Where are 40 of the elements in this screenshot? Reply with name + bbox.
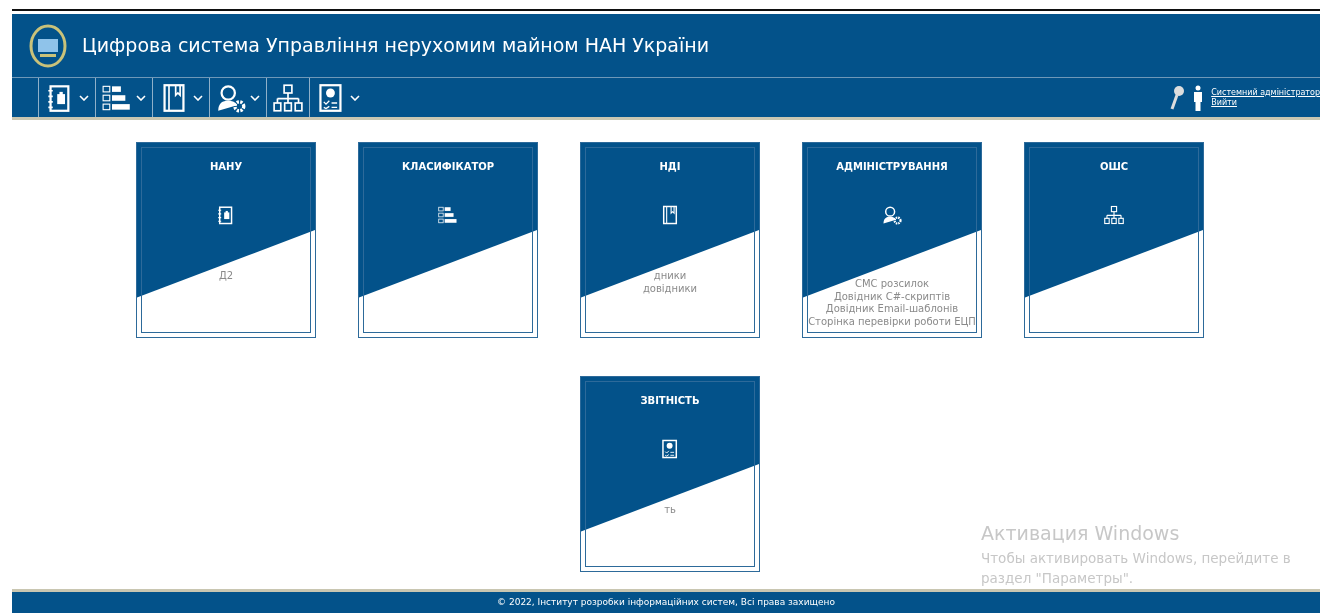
activation-text: Чтобы активировать Windows, перейдите в раздел "Параметры". [981, 548, 1292, 588]
report-icon [660, 438, 680, 459]
list-icon [438, 204, 458, 225]
tile-link[interactable]: Довідник C#-скриптів [833, 290, 951, 304]
caret-icon [79, 94, 89, 101]
tile-link[interactable]: Сторінка перевірки роботи ЕЦП [808, 315, 976, 329]
caret-icon [193, 94, 203, 101]
tile-title: КЛАСИФІКАТОР [401, 160, 495, 174]
module-tile[interactable]: НДІ дники довідники [580, 142, 760, 338]
caret-icon [250, 94, 260, 101]
tile-link[interactable]: СМС розсилок [854, 278, 930, 291]
user-gear-icon [216, 82, 246, 113]
hierarchy-icon [273, 82, 303, 113]
module-tile[interactable]: ЗВІТНІСТЬ ть [580, 376, 760, 572]
person-icon [1193, 84, 1204, 111]
caret-icon [350, 94, 360, 101]
tile-title: ОШС [1099, 160, 1129, 174]
tile-link[interactable]: довідники [642, 282, 698, 296]
tile-title: НДІ [659, 160, 681, 174]
emblem-logo [28, 23, 68, 68]
tile-link[interactable]: Довідник Email-шаблонів [825, 303, 959, 316]
key-icon [1169, 84, 1186, 111]
module-tile[interactable]: НАНУ Д2 [136, 142, 316, 338]
logout-link[interactable]: Вийти [1211, 97, 1320, 108]
module-tile[interactable]: АДМІНІСТРУВАННЯ СМС розсилок Довідник C#-скриптів Довідник Email-шаблонів Сторінка перевірки роботи ЕЦП [802, 142, 982, 338]
book-icon [660, 204, 680, 225]
activation-title: Активация Windows [981, 521, 1181, 546]
tile-title: АДМІНІСТРУВАННЯ [836, 160, 948, 174]
tile-title: ЗВІТНІСТЬ [640, 394, 700, 408]
caret-icon [136, 94, 146, 101]
tile-link[interactable]: ть [664, 504, 676, 517]
user-gear-icon [882, 204, 902, 225]
tile-link[interactable]: дники [653, 270, 687, 283]
user-link[interactable]: Системний адміністратор [1211, 87, 1320, 98]
module-tile[interactable]: ОШС [1024, 142, 1204, 338]
hierarchy-icon [1104, 204, 1124, 225]
module-tile[interactable]: КЛАСИФІКАТОР [358, 142, 538, 338]
footer: © 2022, Інститут розробки інформаційних систем, Всі права захищено [12, 589, 1320, 613]
app-title: Цифрова система Управління нерухомим майном НАН України [82, 33, 710, 59]
tile-title: НАНУ [209, 160, 243, 174]
